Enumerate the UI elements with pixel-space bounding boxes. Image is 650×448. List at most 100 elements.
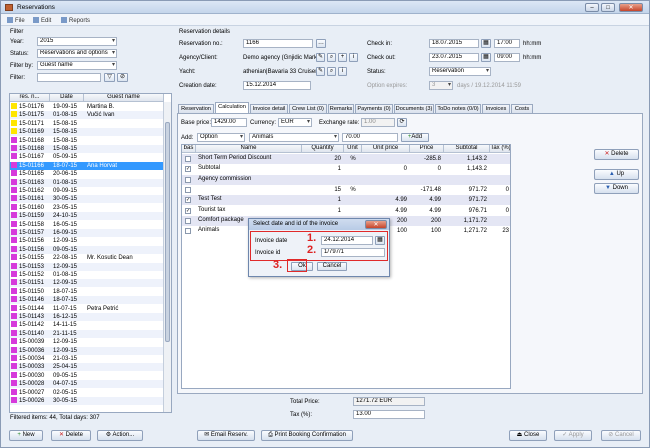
calc-col-header[interactable]: Unit: [344, 145, 362, 153]
tab-reservation[interactable]: Reservation: [178, 104, 214, 113]
resno-input[interactable]: 1166: [243, 39, 313, 48]
new-button[interactable]: + New: [9, 430, 43, 441]
table-row[interactable]: 15-01175 01-08-15 Vučić Ivan: [10, 111, 171, 120]
yacht-edit-button[interactable]: ✎: [316, 67, 325, 76]
checkin-time-input[interactable]: 17:00: [494, 39, 520, 48]
table-row[interactable]: 15-00036 12-09-15: [10, 346, 171, 355]
currency-select[interactable]: EUR: [278, 118, 312, 127]
table-row[interactable]: 15-00033 25-04-15: [10, 363, 171, 372]
add-item-select[interactable]: Animals: [249, 133, 339, 142]
calc-col-header[interactable]: Name: [196, 145, 302, 153]
col-header-guest[interactable]: Guest name: [84, 94, 164, 102]
table-row[interactable]: 15-00028 04-07-15: [10, 380, 171, 389]
menu-edit[interactable]: Edit: [33, 17, 51, 24]
maximize-button[interactable]: □: [601, 3, 615, 12]
table-row[interactable]: 15-01166 18-07-15 Ana Horvat: [10, 161, 171, 170]
row-checkbox[interactable]: [185, 156, 191, 162]
calc-col-header[interactable]: Quantity: [302, 145, 344, 153]
add-type-select[interactable]: Option: [197, 133, 245, 142]
table-row[interactable]: 15-01163 01-08-15: [10, 178, 171, 187]
table-row[interactable]: 15-01160 23-05-15: [10, 203, 171, 212]
row-checkbox[interactable]: ✓: [185, 166, 191, 173]
table-row[interactable]: 15-01176 19-09-15 Martina B.: [10, 103, 171, 111]
table-row[interactable]: 15-00027 02-05-15: [10, 388, 171, 397]
agency-edit-button[interactable]: ✎: [316, 53, 325, 62]
item-delete-button[interactable]: ✕ Delete: [594, 149, 639, 160]
checkout-calendar-button[interactable]: ▦: [481, 53, 491, 62]
table-row[interactable]: 15-01168 15-08-15: [10, 136, 171, 145]
table-row[interactable]: 15-01143 16-12-15: [10, 313, 171, 321]
row-checkbox[interactable]: ✓: [185, 197, 191, 204]
close-button[interactable]: ⏏ Close: [509, 430, 547, 441]
tab-todo-notes-0-0[interactable]: ToDo notes (0/0): [435, 104, 481, 113]
calc-row[interactable]: ✓ Tourist tax 1 4.99 4.99 976.71 0: [182, 205, 510, 216]
table-row[interactable]: 15-01169 15-08-15: [10, 128, 171, 137]
row-checkbox[interactable]: [185, 217, 191, 224]
email-reservation-button[interactable]: ✉ Email Reserv.: [197, 430, 255, 441]
year-select[interactable]: 2015: [37, 37, 117, 46]
row-checkbox[interactable]: [185, 176, 191, 183]
add-amount-input[interactable]: 70.00: [342, 133, 398, 142]
checkin-date-input[interactable]: 18.07.2015: [429, 39, 479, 48]
status-select[interactable]: Reservations and options: [37, 49, 117, 58]
row-checkbox[interactable]: [185, 228, 191, 235]
row-checkbox[interactable]: [185, 186, 191, 193]
table-row[interactable]: 15-00026 30-05-15: [10, 397, 171, 405]
table-row[interactable]: 15-01158 16-05-15: [10, 220, 171, 229]
calc-row[interactable]: 15% -171.48 971.72 0: [182, 184, 510, 195]
minimize-button[interactable]: –: [585, 3, 599, 12]
col-header-resno[interactable]: res. n...: [10, 94, 50, 102]
tab-documents-3[interactable]: Documents (3): [394, 104, 434, 113]
filter-input[interactable]: [37, 73, 101, 82]
calc-col-header[interactable]: Unit price: [362, 145, 410, 153]
calc-row[interactable]: Agency commission: [182, 174, 510, 185]
checkout-date-input[interactable]: 23.07.2015: [429, 53, 479, 62]
table-row[interactable]: 15-00030 09-05-15: [10, 371, 171, 380]
cancel-button[interactable]: ⊘ Cancel: [601, 430, 641, 441]
menu-file[interactable]: File: [7, 17, 25, 24]
menu-reports[interactable]: Reports: [61, 17, 90, 24]
baseprice-input[interactable]: 1429.00: [211, 118, 247, 127]
filter-apply-button[interactable]: ▽: [104, 73, 115, 82]
table-row[interactable]: 15-01161 30-05-15: [10, 195, 171, 204]
row-checkbox[interactable]: ✓: [185, 207, 191, 214]
tax-input[interactable]: 13.00: [353, 410, 425, 419]
table-row[interactable]: 15-01142 14-11-15: [10, 321, 171, 329]
table-row[interactable]: 15-01167 05-09-15: [10, 153, 171, 161]
table-row[interactable]: 15-01153 12-09-15: [10, 262, 171, 271]
calc-row[interactable]: ✓ Subtotal 1 0 0 1,143.2: [182, 164, 510, 175]
agency-info-button[interactable]: i: [349, 53, 358, 62]
dialog-cancel-button[interactable]: Cancel: [317, 262, 347, 271]
table-row[interactable]: 15-01162 09-09-15: [10, 187, 171, 195]
yacht-info-button[interactable]: i: [338, 67, 347, 76]
tab-calculation[interactable]: Calculation: [215, 102, 249, 113]
table-row[interactable]: 15-01140 21-11-15: [10, 329, 171, 338]
calc-col-header[interactable]: Subtotal: [444, 145, 490, 153]
table-row[interactable]: 15-01151 12-09-15: [10, 279, 171, 288]
item-up-button[interactable]: ▲ Up: [594, 169, 639, 180]
checkout-time-input[interactable]: 09:00: [494, 53, 520, 62]
reservations-scrollbar[interactable]: [163, 102, 171, 412]
calc-row[interactable]: ✓ Test Test 1 4.99 4.99 971.72: [182, 195, 510, 206]
add-item-button[interactable]: +Add: [401, 133, 429, 142]
option-days-select[interactable]: 3: [429, 81, 453, 90]
calc-col-header[interactable]: Price: [410, 145, 444, 153]
agency-add-button[interactable]: +: [338, 53, 347, 62]
table-row[interactable]: 15-01171 15-08-15: [10, 119, 171, 128]
table-row[interactable]: 15-00039 12-09-15: [10, 338, 171, 346]
calc-col-header[interactable]: bas: [182, 145, 196, 153]
table-row[interactable]: 15-01144 11-07-15 Petra Petrić: [10, 304, 171, 313]
table-row[interactable]: 15-01155 22-08-15 Mr. Kosutic Dean: [10, 254, 171, 262]
table-row[interactable]: 15-01150 18-07-15: [10, 287, 171, 296]
filter-clear-button[interactable]: ⊘: [117, 73, 128, 82]
res-status-select[interactable]: Reservation: [429, 67, 491, 76]
resno-browse-button[interactable]: …: [316, 39, 326, 48]
col-header-date[interactable]: Date: [50, 94, 84, 102]
delete-reservation-button[interactable]: ✕ Delete: [51, 430, 91, 441]
table-row[interactable]: 15-01146 18-07-15: [10, 296, 171, 305]
table-row[interactable]: 15-01156 09-05-15: [10, 245, 171, 254]
dialog-close-button[interactable]: ✕: [365, 220, 387, 229]
exrate-refresh-button[interactable]: ⟳: [397, 118, 407, 127]
apply-button[interactable]: ✓ Apply: [554, 430, 592, 441]
filterby-select[interactable]: Guest name: [37, 61, 117, 70]
